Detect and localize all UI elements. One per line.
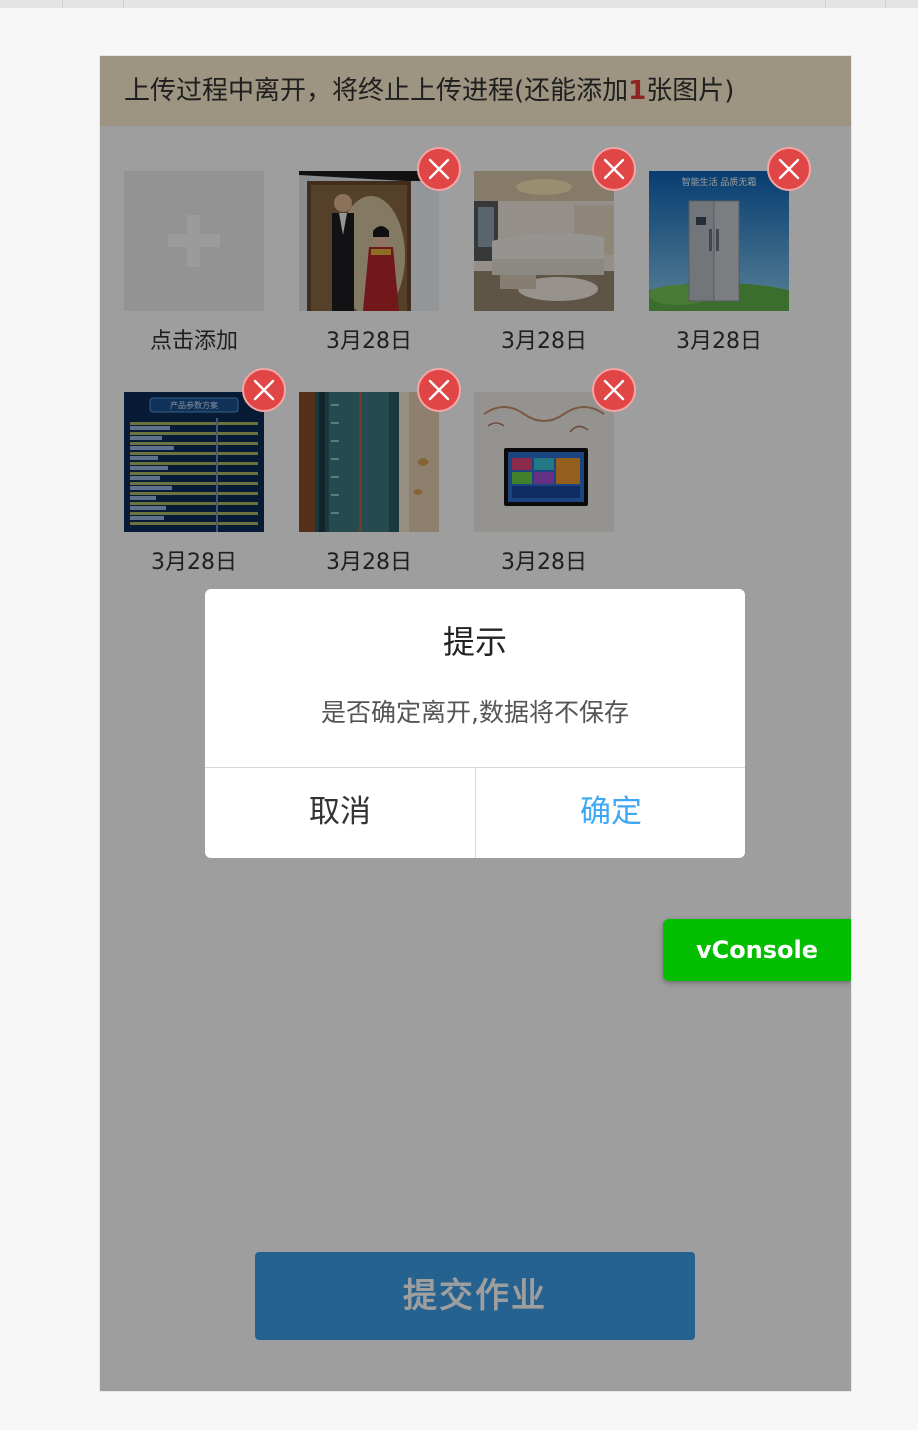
delete-photo-button[interactable]: [417, 147, 461, 191]
delete-photo-button[interactable]: [592, 147, 636, 191]
phone-viewport: 上传过程中离开，将终止上传进程(还能添加1张图片) 点击添加 3月28日 3月2…: [99, 55, 852, 1392]
cancel-button[interactable]: 取消: [205, 768, 475, 858]
dialog-actions: 取消 确定: [205, 767, 745, 858]
dialog-title: 提示: [442, 623, 507, 661]
close-icon: [253, 379, 275, 401]
close-icon: [428, 379, 450, 401]
delete-photo-button[interactable]: [767, 147, 811, 191]
close-icon: [603, 158, 625, 180]
confirm-leave-dialog: 提示 是否确定离开,数据将不保存 取消 确定: [205, 589, 745, 858]
close-icon: [778, 158, 800, 180]
vconsole-button[interactable]: vConsole: [663, 919, 851, 981]
delete-photo-button[interactable]: [417, 368, 461, 412]
confirm-button[interactable]: 确定: [475, 768, 745, 858]
close-icon: [428, 158, 450, 180]
browser-top-strip: [0, 0, 918, 8]
dialog-message: 是否确定离开,数据将不保存: [321, 698, 629, 727]
close-icon: [603, 379, 625, 401]
delete-photo-button[interactable]: [242, 368, 286, 412]
delete-photo-button[interactable]: [592, 368, 636, 412]
